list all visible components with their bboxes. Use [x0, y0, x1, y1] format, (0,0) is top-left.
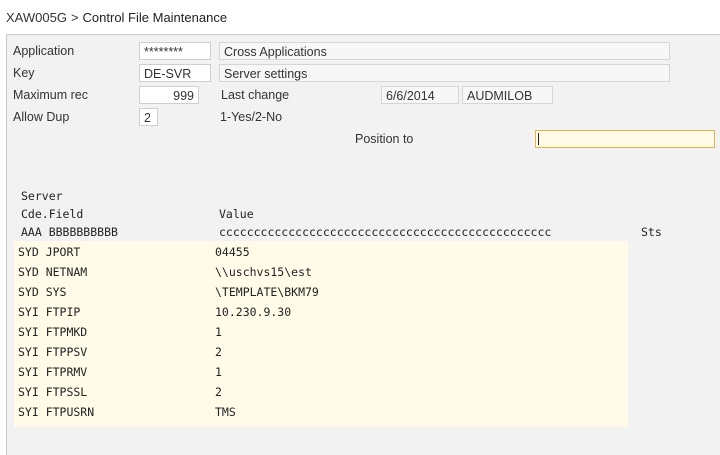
table-row[interactable]: SYI FTPMKD 1	[18, 322, 628, 342]
row-value: \\uschvs15\est	[215, 265, 312, 279]
last-change-label: Last change	[221, 88, 290, 102]
allow-dup-hint: 1-Yes/2-No	[220, 110, 283, 124]
text-caret	[538, 133, 539, 145]
row-code: SYI FTPPSV	[18, 345, 88, 359]
last-change-date: 6/6/2014	[381, 86, 459, 104]
application-code-field[interactable]: ********	[139, 42, 211, 60]
breadcrumb: XAW005G > Control File Maintenance	[6, 10, 227, 25]
grid-mask-code: AAA BBBBBBBBBB	[21, 225, 118, 239]
grid-mask-value: cccccccccccccccccccccccccccccccccccccccc…	[219, 225, 552, 239]
row-code: SYD JPORT	[18, 245, 81, 259]
row-code: SYD SYS	[18, 285, 67, 299]
allow-dup-label: Allow Dup	[13, 110, 70, 124]
row-value: 2	[215, 345, 222, 359]
maximum-rec-field[interactable]: 999	[139, 86, 199, 104]
row-code: SYI FTPMKD	[18, 325, 88, 339]
row-code: SYI FTPUSRN	[18, 405, 95, 419]
table-row[interactable]: SYI FTPPSV 2	[18, 342, 628, 362]
key-code-field[interactable]: DE-SVR	[139, 64, 211, 82]
row-code: SYI FTPRMV	[18, 365, 88, 379]
table-row[interactable]: SYI FTPUSRN TMS	[18, 402, 628, 422]
grid-header-code-field: Cde.Field	[21, 207, 84, 221]
grid-header-status: Sts	[641, 225, 662, 239]
program-id: XAW005G	[6, 10, 67, 25]
row-value: 04455	[215, 245, 250, 259]
row-value: 1	[215, 325, 222, 339]
row-value: 2	[215, 385, 222, 399]
row-value: 10.230.9.30	[215, 305, 292, 319]
row-value: \TEMPLATE\BKM79	[215, 285, 319, 299]
page-title: Control File Maintenance	[82, 10, 228, 25]
row-code: SYD NETNAM	[18, 265, 88, 279]
last-change-user: AUDMILOB	[462, 86, 553, 104]
table-row[interactable]: SYI FTPSSL 2	[18, 382, 628, 402]
table-row[interactable]: SYI FTPIP 10.230.9.30	[18, 302, 628, 322]
table-row[interactable]: SYD NETNAM \\uschvs15\est	[18, 262, 628, 282]
grid-header-server: Server	[21, 189, 63, 203]
grid-header-value: Value	[219, 207, 254, 221]
row-code: SYI FTPIP	[18, 305, 81, 319]
row-code: SYI FTPSSL	[18, 385, 88, 399]
table-row[interactable]: SYD SYS \TEMPLATE\BKM79	[18, 282, 628, 302]
table-row[interactable]: SYD JPORT 04455	[18, 242, 628, 262]
breadcrumb-separator: >	[70, 10, 79, 25]
position-to-label: Position to	[355, 132, 414, 146]
table-row[interactable]: SYI FTPRMV 1	[18, 362, 628, 382]
application-label: Application	[13, 44, 75, 58]
allow-dup-field[interactable]: 2	[139, 108, 158, 126]
key-description: Server settings	[219, 64, 670, 82]
maximum-rec-label: Maximum rec	[13, 88, 89, 102]
position-to-input[interactable]	[535, 130, 715, 148]
row-value: TMS	[215, 405, 236, 419]
key-label: Key	[13, 66, 35, 80]
application-description: Cross Applications	[219, 42, 670, 60]
row-value: 1	[215, 365, 222, 379]
